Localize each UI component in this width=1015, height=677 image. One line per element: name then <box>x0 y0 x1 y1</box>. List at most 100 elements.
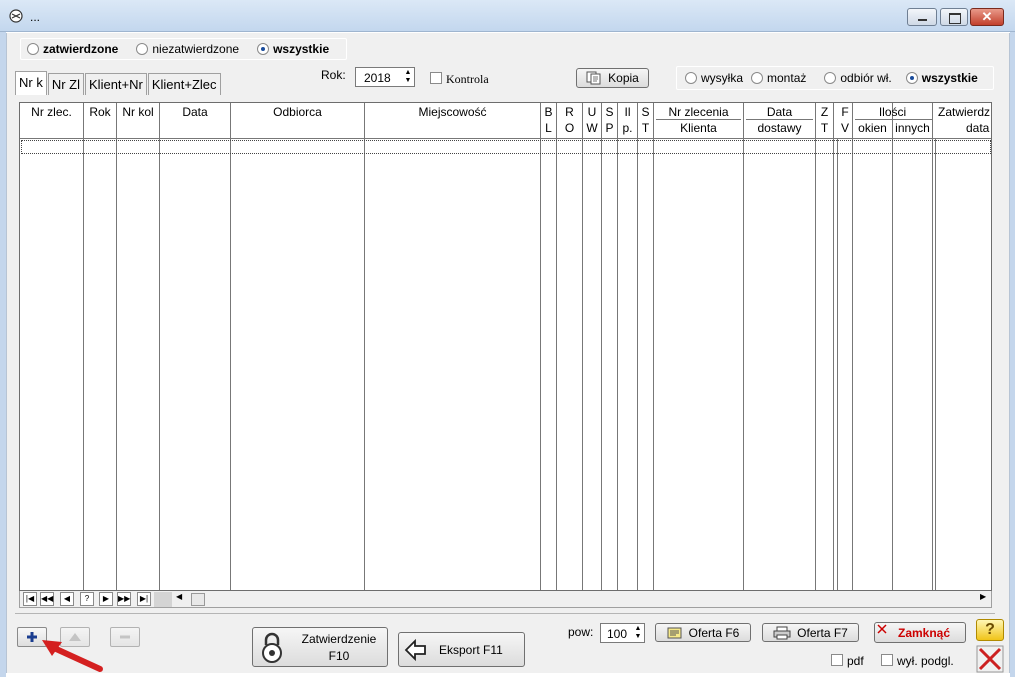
scroll-right-icon[interactable]: ▶ <box>980 592 986 601</box>
col-odbiorca[interactable]: Odbiorca <box>231 103 365 139</box>
radio-niezatwierdzone[interactable]: niezatwierdzone <box>136 42 239 56</box>
radio-wszystkie-delivery[interactable]: wszystkie <box>905 71 978 85</box>
col-label: S <box>641 105 650 119</box>
wyl-podgl-checkbox[interactable] <box>881 654 893 666</box>
col-uw[interactable]: UW <box>583 103 602 139</box>
kopia-label: Kopia <box>608 71 639 85</box>
col-st[interactable]: ST <box>638 103 654 139</box>
tab-klient-nr[interactable]: Klient+Nr <box>85 73 147 95</box>
scroll-left-icon[interactable]: ◀ <box>176 592 182 601</box>
horizontal-scroll-thumb[interactable] <box>191 593 205 606</box>
radio-label: wszystkie <box>273 42 330 56</box>
tab-nr-zl[interactable]: Nr Zl <box>47 73 85 95</box>
nav-next-page-icon[interactable]: ▶▶ <box>117 592 131 606</box>
nav-last-icon[interactable]: ▶| <box>137 592 151 606</box>
col-label: data <box>966 121 990 135</box>
big-close-icon[interactable] <box>976 645 1004 673</box>
col-label: B <box>544 105 553 119</box>
header-underline <box>656 119 741 120</box>
zatwierdzenie-button[interactable]: Zatwierdzenie F10 <box>252 627 388 667</box>
radio-zatwierdzone[interactable]: zatwierdzone <box>27 42 118 56</box>
radio-dot <box>257 43 270 55</box>
copy-icon <box>586 71 601 85</box>
wyl-podgl-label: wył. podgl. <box>897 654 954 668</box>
kopia-button[interactable]: Kopia <box>576 68 649 88</box>
window-title: ... <box>30 10 41 24</box>
orders-grid[interactable]: Nr zlec. Rok Nr kol Data Odbiorca Miejsc… <box>19 102 992 591</box>
spinner-arrows-icon[interactable]: ▲ ▼ <box>633 625 643 641</box>
col-zt[interactable]: ZT <box>816 103 834 139</box>
eksport-button[interactable]: Eksport F11 <box>398 632 525 667</box>
radio-montaz[interactable]: montaż <box>751 71 806 85</box>
tab-nr-k[interactable]: Nr k <box>15 71 47 95</box>
year-label: Rok: <box>321 68 346 82</box>
col-fv[interactable]: FV <box>838 103 853 139</box>
tab-klient-zlec[interactable]: Klient+Zlec <box>147 73 221 95</box>
nav-search-icon[interactable]: ? <box>80 592 94 606</box>
col-label: Odbiorca <box>273 105 322 119</box>
col-label: Nr zlecenia <box>668 105 729 119</box>
radio-dot <box>751 72 764 84</box>
grid-line <box>159 139 160 590</box>
nav-first-icon[interactable]: |◀ <box>23 592 37 606</box>
col-nr-zlec[interactable]: Nr zlec. <box>20 103 84 139</box>
col-label: Nr kol <box>122 105 154 119</box>
col-label: S <box>605 105 614 119</box>
col-ilosci-innych[interactable]: innych <box>893 103 933 139</box>
pow-spinner[interactable]: 100 ▲ ▼ <box>600 623 645 643</box>
help-icon[interactable]: ? <box>976 619 1004 641</box>
grid-line <box>932 139 933 590</box>
col-nr-zlecenia-klienta[interactable]: Nr zlecenia Klienta <box>654 103 744 139</box>
radio-dot <box>824 72 837 84</box>
col-ro[interactable]: RO <box>557 103 583 139</box>
radio-label: montaż <box>767 71 807 85</box>
spinner-arrows-icon[interactable]: ▲ ▼ <box>403 69 413 85</box>
oferta-f7-button[interactable]: Oferta F7 <box>762 623 859 642</box>
col-sp[interactable]: SP <box>602 103 618 139</box>
radio-label: niezatwierdzone <box>152 42 240 56</box>
close-window-button[interactable]: ✕ <box>970 8 1004 26</box>
nav-prev-page-icon[interactable]: ◀◀ <box>40 592 54 606</box>
grid-line <box>116 139 117 590</box>
nav-prev-icon[interactable]: ◀ <box>60 592 74 606</box>
oferta-f6-label: Oferta F6 <box>688 625 740 640</box>
close-icon: ✕ <box>981 9 993 24</box>
selected-row[interactable] <box>21 140 991 154</box>
grid-navigator-bar: |◀ ◀◀ ◀ ? ▶ ▶▶ ▶| ◀ ▶ <box>19 591 992 608</box>
col-label: okien <box>858 121 887 135</box>
zamknac-button[interactable]: Zamknąć <box>874 622 966 643</box>
oferta-f6-button[interactable]: Oferta F6 <box>655 623 751 642</box>
zatwierdzenie-label: Zatwierdzenie <box>301 632 377 646</box>
col-bl[interactable]: BL <box>541 103 557 139</box>
radio-odbior[interactable]: odbiór wł. <box>824 71 892 85</box>
nav-next-icon[interactable]: ▶ <box>99 592 113 606</box>
pdf-label: pdf <box>847 654 864 668</box>
col-label: Data <box>182 105 208 119</box>
col-miejscowosc[interactable]: Miejscowość <box>365 103 541 139</box>
grid-line <box>230 139 231 590</box>
minimize-button[interactable] <box>907 8 937 26</box>
col-ilp[interactable]: Il p. <box>618 103 638 139</box>
col-label: Miejscowość <box>418 105 487 119</box>
col-data[interactable]: Data <box>160 103 231 139</box>
sort-tabs: Nr k Nr Zl Klient+Nr Klient+Zlec <box>15 71 222 95</box>
col-ilosci-okien[interactable]: Ilości okien <box>853 103 906 139</box>
col-label: innych <box>895 121 930 135</box>
export-arrow-icon <box>404 638 426 662</box>
remove-record-button[interactable] <box>110 627 140 647</box>
grid-line <box>837 139 838 590</box>
radio-wszystkie[interactable]: wszystkie <box>257 42 329 56</box>
radio-wysylka[interactable]: wysyłka <box>685 71 743 85</box>
kontrola-checkbox[interactable] <box>430 72 442 84</box>
col-data-dostawy[interactable]: Data dostawy <box>744 103 816 139</box>
year-spinner[interactable]: 2018 ▲ ▼ <box>355 67 415 87</box>
pdf-checkbox[interactable] <box>831 654 843 666</box>
col-label: O <box>564 121 575 135</box>
col-rok[interactable]: Rok <box>84 103 117 139</box>
maximize-button[interactable] <box>940 8 968 26</box>
col-nr-kol[interactable]: Nr kol <box>117 103 160 139</box>
col-label: T <box>641 121 650 135</box>
header-underline <box>746 119 813 120</box>
col-zatwierdz-data[interactable]: Zatwierdz data <box>936 103 991 139</box>
zamknac-label: Zamknąć <box>897 625 951 640</box>
